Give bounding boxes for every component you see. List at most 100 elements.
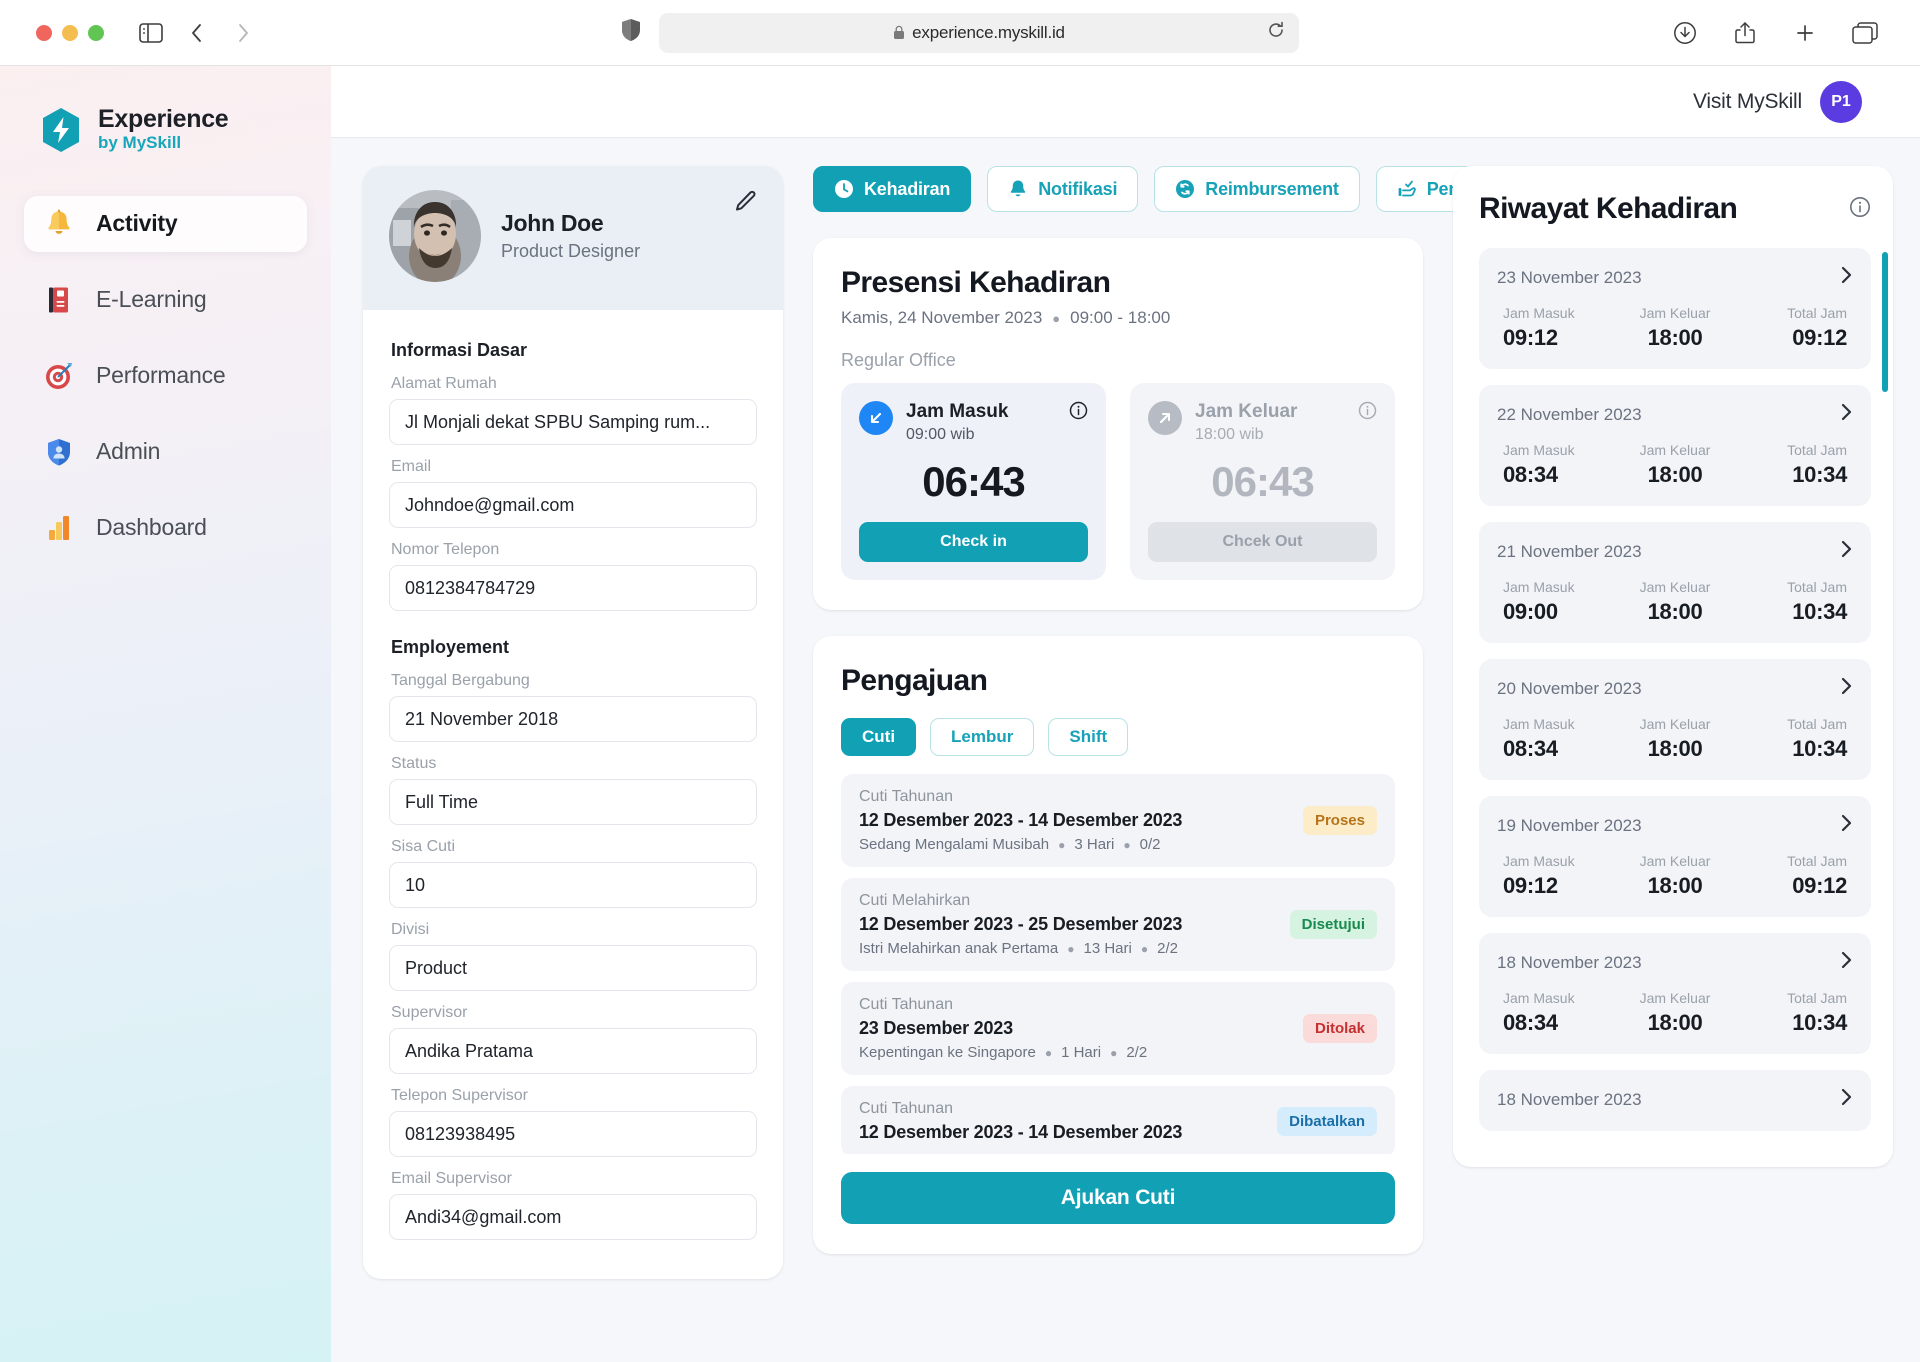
visit-myskill-link[interactable]: Visit MySkill — [1693, 90, 1802, 114]
field-label: Sisa Cuti — [391, 838, 757, 856]
check-out-elapsed: 06:43 — [1148, 458, 1377, 506]
tab-label: Notifikasi — [1038, 179, 1117, 200]
list-item[interactable]: Cuti Tahunan 12 Desember 2023 - 14 Desem… — [841, 1086, 1395, 1154]
cell-total-jam: 10:34 — [1732, 1010, 1847, 1036]
list-item[interactable]: Cuti Tahunan 23 Desember 2023 Kepentinga… — [841, 982, 1395, 1075]
sidebar-item-label: Performance — [96, 362, 225, 389]
table-row[interactable]: 18 November 2023 — [1479, 1070, 1871, 1131]
chevron-right-icon[interactable] — [1839, 401, 1853, 428]
item-type: Cuti Tahunan — [859, 1100, 1263, 1118]
field-value[interactable]: Full Time — [389, 779, 757, 825]
separator-dot: ● — [1045, 1046, 1052, 1060]
plus-icon[interactable] — [1784, 12, 1826, 54]
cell-total-jam: 10:34 — [1732, 599, 1847, 625]
list-item[interactable]: Cuti Melahirkan 12 Desember 2023 - 25 De… — [841, 878, 1395, 971]
shield-icon[interactable] — [621, 18, 641, 47]
table-row[interactable]: 19 November 2023 Jam Masuk09:12 Jam Kelu… — [1479, 796, 1871, 917]
info-icon[interactable] — [1069, 401, 1088, 425]
reload-icon[interactable] — [1267, 21, 1285, 44]
chevron-right-icon[interactable] — [1839, 538, 1853, 565]
separator-dot: ● — [1058, 838, 1065, 852]
field-value[interactable]: Jl Monjali dekat SPBU Samping rum... — [389, 399, 757, 445]
sidebar-item-label: E-Learning — [96, 286, 207, 313]
profile-name: John Doe — [501, 210, 640, 237]
item-dates: 12 Desember 2023 - 14 Desember 2023 — [859, 810, 1289, 831]
share-icon[interactable] — [1724, 12, 1766, 54]
back-chevron-icon[interactable] — [176, 12, 218, 54]
tab-notifikasi[interactable]: Notifikasi — [987, 166, 1138, 212]
brand-logo[interactable]: Experience by MySkill — [24, 106, 307, 154]
field-value[interactable]: Andi34@gmail.com — [389, 1194, 757, 1240]
list-item[interactable]: Cuti Tahunan 12 Desember 2023 - 14 Desem… — [841, 774, 1395, 867]
tab-label: Kehadiran — [864, 179, 950, 200]
chevron-right-icon[interactable] — [1839, 812, 1853, 839]
cell-jam-keluar: 18:00 — [1618, 462, 1733, 488]
column-header: Total Jam — [1732, 579, 1847, 595]
ajukan-cuti-button[interactable]: Ajukan Cuti — [841, 1172, 1395, 1224]
column-header: Jam Keluar — [1618, 716, 1733, 732]
field-value[interactable]: Johndoe@gmail.com — [389, 482, 757, 528]
chip-lembur[interactable]: Lembur — [930, 718, 1034, 756]
field-value[interactable]: Andika Pratama — [389, 1028, 757, 1074]
field-label: Nomor Telepon — [391, 541, 757, 559]
check-out-button[interactable]: Chcek Out — [1148, 522, 1377, 562]
profile-card: John Doe Product Designer Informasi Dasa… — [363, 166, 783, 1279]
sidebar-item-e-learning[interactable]: E-Learning — [24, 272, 307, 328]
chevron-right-icon[interactable] — [1839, 1086, 1853, 1113]
field-value[interactable]: Product — [389, 945, 757, 991]
field-value[interactable]: 08123938495 — [389, 1111, 757, 1157]
refresh-money-icon — [1175, 179, 1195, 199]
field-alamat-rumah: Alamat Rumah Jl Monjali dekat SPBU Sampi… — [389, 375, 757, 445]
info-circle-icon[interactable] — [1849, 196, 1871, 223]
address-bar[interactable]: experience.myskill.id — [659, 13, 1299, 53]
check-out-box: Jam Keluar 18:00 wib 06:43 Chcek Out — [1130, 383, 1395, 580]
row-date: 18 November 2023 — [1497, 953, 1642, 973]
cell-jam-masuk: 08:34 — [1503, 1010, 1618, 1036]
chip-cuti[interactable]: Cuti — [841, 718, 916, 756]
field-value[interactable]: 10 — [389, 862, 757, 908]
arrow-up-right-icon — [1148, 401, 1182, 435]
app-shell: Experience by MySkill Activity E-Learnin… — [0, 66, 1920, 1362]
chip-shift[interactable]: Shift — [1048, 718, 1128, 756]
maximize-window-button[interactable] — [88, 25, 104, 41]
field-tanggal-bergabung: Tanggal Bergabung 21 November 2018 — [389, 672, 757, 742]
chevron-right-icon[interactable] — [1839, 949, 1853, 976]
content-area: John Doe Product Designer Informasi Dasa… — [331, 138, 1920, 1362]
minimize-window-button[interactable] — [62, 25, 78, 41]
forward-chevron-icon[interactable] — [222, 12, 264, 54]
table-row[interactable]: 20 November 2023 Jam Masuk08:34 Jam Kelu… — [1479, 659, 1871, 780]
tab-reimbursement[interactable]: Reimbursement — [1154, 166, 1359, 212]
item-dates: 23 Desember 2023 — [859, 1018, 1289, 1039]
check-in-button[interactable]: Check in — [859, 522, 1088, 562]
tab-kehadiran[interactable]: Kehadiran — [813, 166, 971, 212]
column-header: Jam Masuk — [1503, 442, 1618, 458]
table-row[interactable]: 23 November 2023 Jam Masuk09:12 Jam Kelu… — [1479, 248, 1871, 369]
tab-overview-icon[interactable] — [1844, 12, 1886, 54]
info-icon[interactable] — [1358, 401, 1377, 425]
item-type: Cuti Tahunan — [859, 788, 1289, 806]
close-window-button[interactable] — [36, 25, 52, 41]
table-row[interactable]: 22 November 2023 Jam Masuk08:34 Jam Kelu… — [1479, 385, 1871, 506]
download-icon[interactable] — [1664, 12, 1706, 54]
column-header: Jam Masuk — [1503, 579, 1618, 595]
shield-user-icon — [42, 435, 76, 469]
sidebar-item-performance[interactable]: Performance — [24, 348, 307, 404]
sidebar-toggle-icon[interactable] — [130, 12, 172, 54]
sidebar-item-activity[interactable]: Activity — [24, 196, 307, 252]
chevron-right-icon[interactable] — [1839, 264, 1853, 291]
field-value[interactable]: 21 November 2018 — [389, 696, 757, 742]
field-label: Supervisor — [391, 1004, 757, 1022]
separator-dot: ● — [1052, 311, 1060, 326]
avatar[interactable]: P1 — [1820, 81, 1862, 123]
item-reason: Sedang Mengalami Musibah — [859, 836, 1049, 853]
section-title-informasi-dasar: Informasi Dasar — [391, 340, 757, 361]
table-row[interactable]: 21 November 2023 Jam Masuk09:00 Jam Kelu… — [1479, 522, 1871, 643]
scrollbar-thumb[interactable] — [1882, 252, 1888, 392]
chevron-right-icon[interactable] — [1839, 675, 1853, 702]
sidebar-item-admin[interactable]: Admin — [24, 424, 307, 480]
field-value[interactable]: 0812384784729 — [389, 565, 757, 611]
pencil-icon[interactable] — [731, 186, 761, 216]
sidebar-item-dashboard[interactable]: Dashboard — [24, 500, 307, 556]
column-header: Total Jam — [1732, 442, 1847, 458]
table-row[interactable]: 18 November 2023 Jam Masuk08:34 Jam Kelu… — [1479, 933, 1871, 1054]
